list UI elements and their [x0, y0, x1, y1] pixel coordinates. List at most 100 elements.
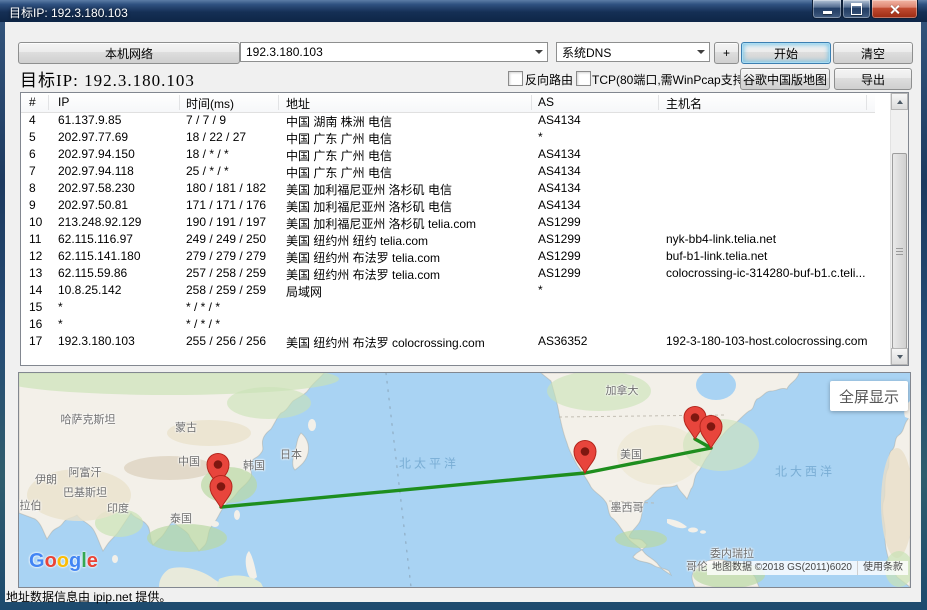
- table-row[interactable]: 461.137.9.857 / 7 / 9中国 湖南 株洲 电信AS4134: [21, 112, 875, 129]
- table-cell: 171 / 171 / 176: [186, 198, 266, 212]
- column-header[interactable]: 时间(ms): [186, 95, 234, 112]
- window-title: 目标IP: 192.3.180.103: [9, 4, 128, 21]
- fullscreen-button[interactable]: 全屏显示: [830, 381, 908, 411]
- table-cell: 202.97.77.69: [58, 130, 128, 144]
- dns-value: 系统DNS: [562, 44, 611, 61]
- table-cell: 202.97.94.118: [58, 164, 134, 178]
- header-separator: [658, 95, 659, 110]
- table-cell: 美国 纽约州 布法罗 telia.com: [286, 249, 440, 266]
- target-ip-combobox[interactable]: 192.3.180.103: [240, 42, 548, 62]
- google-logo[interactable]: Google: [29, 550, 98, 573]
- tcp-checkbox[interactable]: [576, 71, 591, 86]
- table-row[interactable]: 10213.248.92.129190 / 191 / 197美国 加利福尼亚州…: [21, 214, 875, 231]
- google-china-map-button[interactable]: 谷歌中国版地图: [740, 68, 830, 90]
- dns-combobox[interactable]: 系统DNS: [556, 42, 710, 62]
- table-row[interactable]: 8202.97.58.230180 / 181 / 182美国 加利福尼亚州 洛…: [21, 180, 875, 197]
- table-row[interactable]: 5202.97.77.6918 / 22 / 27中国 广东 广州 电信*: [21, 129, 875, 146]
- table-cell: AS4134: [538, 164, 581, 178]
- table-cell: AS4134: [538, 147, 581, 161]
- table-cell: 192-3-180-103-host.colocrossing.com: [666, 334, 867, 348]
- table-row[interactable]: 1410.8.25.142258 / 259 / 259局域网*: [21, 282, 875, 299]
- chevron-down-icon[interactable]: [692, 43, 709, 61]
- table-cell: 6: [29, 147, 36, 161]
- table-cell: 10: [29, 215, 42, 229]
- titlebar[interactable]: 目标IP: 192.3.180.103: [0, 0, 927, 22]
- local-network-button[interactable]: 本机网络: [18, 42, 240, 64]
- table-cell: 中国 湖南 株洲 电信: [286, 113, 392, 130]
- table-row[interactable]: 15** / * / *: [21, 299, 875, 316]
- terms-link[interactable]: 使用条款: [857, 561, 908, 575]
- table-cell: 213.248.92.129: [58, 215, 141, 229]
- table-row[interactable]: 1262.115.141.180279 / 279 / 279美国 纽约州 布法…: [21, 248, 875, 265]
- scrollbar-thumb[interactable]: [892, 153, 907, 349]
- table-row[interactable]: 1362.115.59.86257 / 258 / 259美国 纽约州 布法罗 …: [21, 265, 875, 282]
- table-cell: 202.97.58.230: [58, 181, 135, 195]
- table-row[interactable]: 6202.97.94.15018 / * / *中国 广东 广州 电信AS413…: [21, 146, 875, 163]
- table-cell: 美国 纽约州 布法罗 colocrossing.com: [286, 334, 485, 351]
- table-cell: buf-b1-link.telia.net: [666, 249, 767, 263]
- table-cell: 190 / 191 / 197: [186, 215, 266, 229]
- attribution-text: 地图数据 ©2018 GS(2011)6020: [707, 561, 857, 575]
- table-cell: 7 / 7 / 9: [186, 113, 226, 127]
- table-cell: 62.115.141.180: [58, 249, 141, 263]
- column-header[interactable]: AS: [538, 95, 554, 109]
- table-row[interactable]: 7202.97.94.11825 / * / *中国 广东 广州 电信AS413…: [21, 163, 875, 180]
- target-ip-label: 目标IP: 192.3.180.103: [20, 66, 195, 91]
- table-cell: 180 / 181 / 182: [186, 181, 266, 195]
- column-header[interactable]: 主机名: [666, 95, 702, 112]
- column-header[interactable]: #: [29, 95, 36, 109]
- start-button[interactable]: 开始: [741, 42, 831, 64]
- table-row[interactable]: 9202.97.50.81171 / 171 / 176美国 加利福尼亚州 洛杉…: [21, 197, 875, 214]
- header-separator: [531, 95, 532, 110]
- table-row[interactable]: 17192.3.180.103255 / 256 / 256美国 纽约州 布法罗…: [21, 333, 875, 350]
- table-cell: 62.115.59.86: [58, 266, 127, 280]
- reverse-route-checkbox[interactable]: [508, 71, 523, 86]
- table-cell: 8: [29, 181, 36, 195]
- table-cell: 202.97.50.81: [58, 198, 128, 212]
- table-cell: *: [58, 317, 63, 331]
- header-separator: [278, 95, 279, 110]
- table-cell: AS4134: [538, 198, 581, 212]
- table-cell: 202.97.94.150: [58, 147, 135, 161]
- table-row[interactable]: 1162.115.116.97249 / 249 / 250美国 纽约州 纽约 …: [21, 231, 875, 248]
- table-cell: 18 / * / *: [186, 147, 229, 161]
- table-cell: 249 / 249 / 250: [186, 232, 266, 246]
- export-button[interactable]: 导出: [834, 68, 912, 90]
- tcp-label[interactable]: TCP(80端口,需WinPcap支持): [592, 71, 749, 88]
- close-button[interactable]: [871, 0, 918, 19]
- table-cell: AS1299: [538, 232, 581, 246]
- table-cell: 25 / * / *: [186, 164, 229, 178]
- column-header[interactable]: 地址: [286, 95, 310, 112]
- map-canvas[interactable]: 哈萨克斯坦蒙古中国日本韩国阿富汗伊朗巴基斯坦阿拉伯印度泰国北太平洋加拿大美国墨西…: [18, 372, 911, 588]
- table-cell: 18 / 22 / 27: [186, 130, 246, 144]
- reverse-route-label[interactable]: 反向路由: [525, 71, 573, 88]
- map-base: [19, 373, 910, 587]
- table-body: 461.137.9.857 / 7 / 9中国 湖南 株洲 电信AS413452…: [21, 112, 875, 350]
- table-cell: 局域网: [286, 283, 322, 300]
- table-cell: * / * / *: [186, 317, 220, 331]
- add-button[interactable]: +: [714, 42, 739, 64]
- maximize-button[interactable]: [842, 0, 871, 19]
- table-cell: 17: [29, 334, 42, 348]
- clear-button[interactable]: 清空: [833, 42, 913, 64]
- scroll-up-button[interactable]: [891, 93, 908, 110]
- minimize-button[interactable]: [812, 0, 842, 19]
- chevron-down-icon[interactable]: [530, 43, 547, 61]
- table-cell: 美国 加利福尼亚州 洛杉矶 电信: [286, 198, 452, 215]
- arrow-down-icon: [897, 355, 903, 359]
- vertical-scrollbar[interactable]: [890, 93, 908, 365]
- table-cell: *: [58, 300, 63, 314]
- header-separator: [866, 95, 867, 110]
- table-cell: 7: [29, 164, 36, 178]
- table-header: # IP 时间(ms) 地址 AS 主机名: [21, 93, 875, 113]
- table-cell: AS1299: [538, 215, 581, 229]
- table-row[interactable]: 16** / * / *: [21, 316, 875, 333]
- table-cell: *: [538, 130, 543, 144]
- scroll-down-button[interactable]: [891, 348, 908, 365]
- table-cell: *: [538, 283, 543, 297]
- table-cell: 62.115.116.97: [58, 232, 133, 246]
- table-cell: 12: [29, 249, 42, 263]
- table-cell: 5: [29, 130, 36, 144]
- column-header[interactable]: IP: [58, 95, 69, 109]
- table-cell: 257 / 258 / 259: [186, 266, 266, 280]
